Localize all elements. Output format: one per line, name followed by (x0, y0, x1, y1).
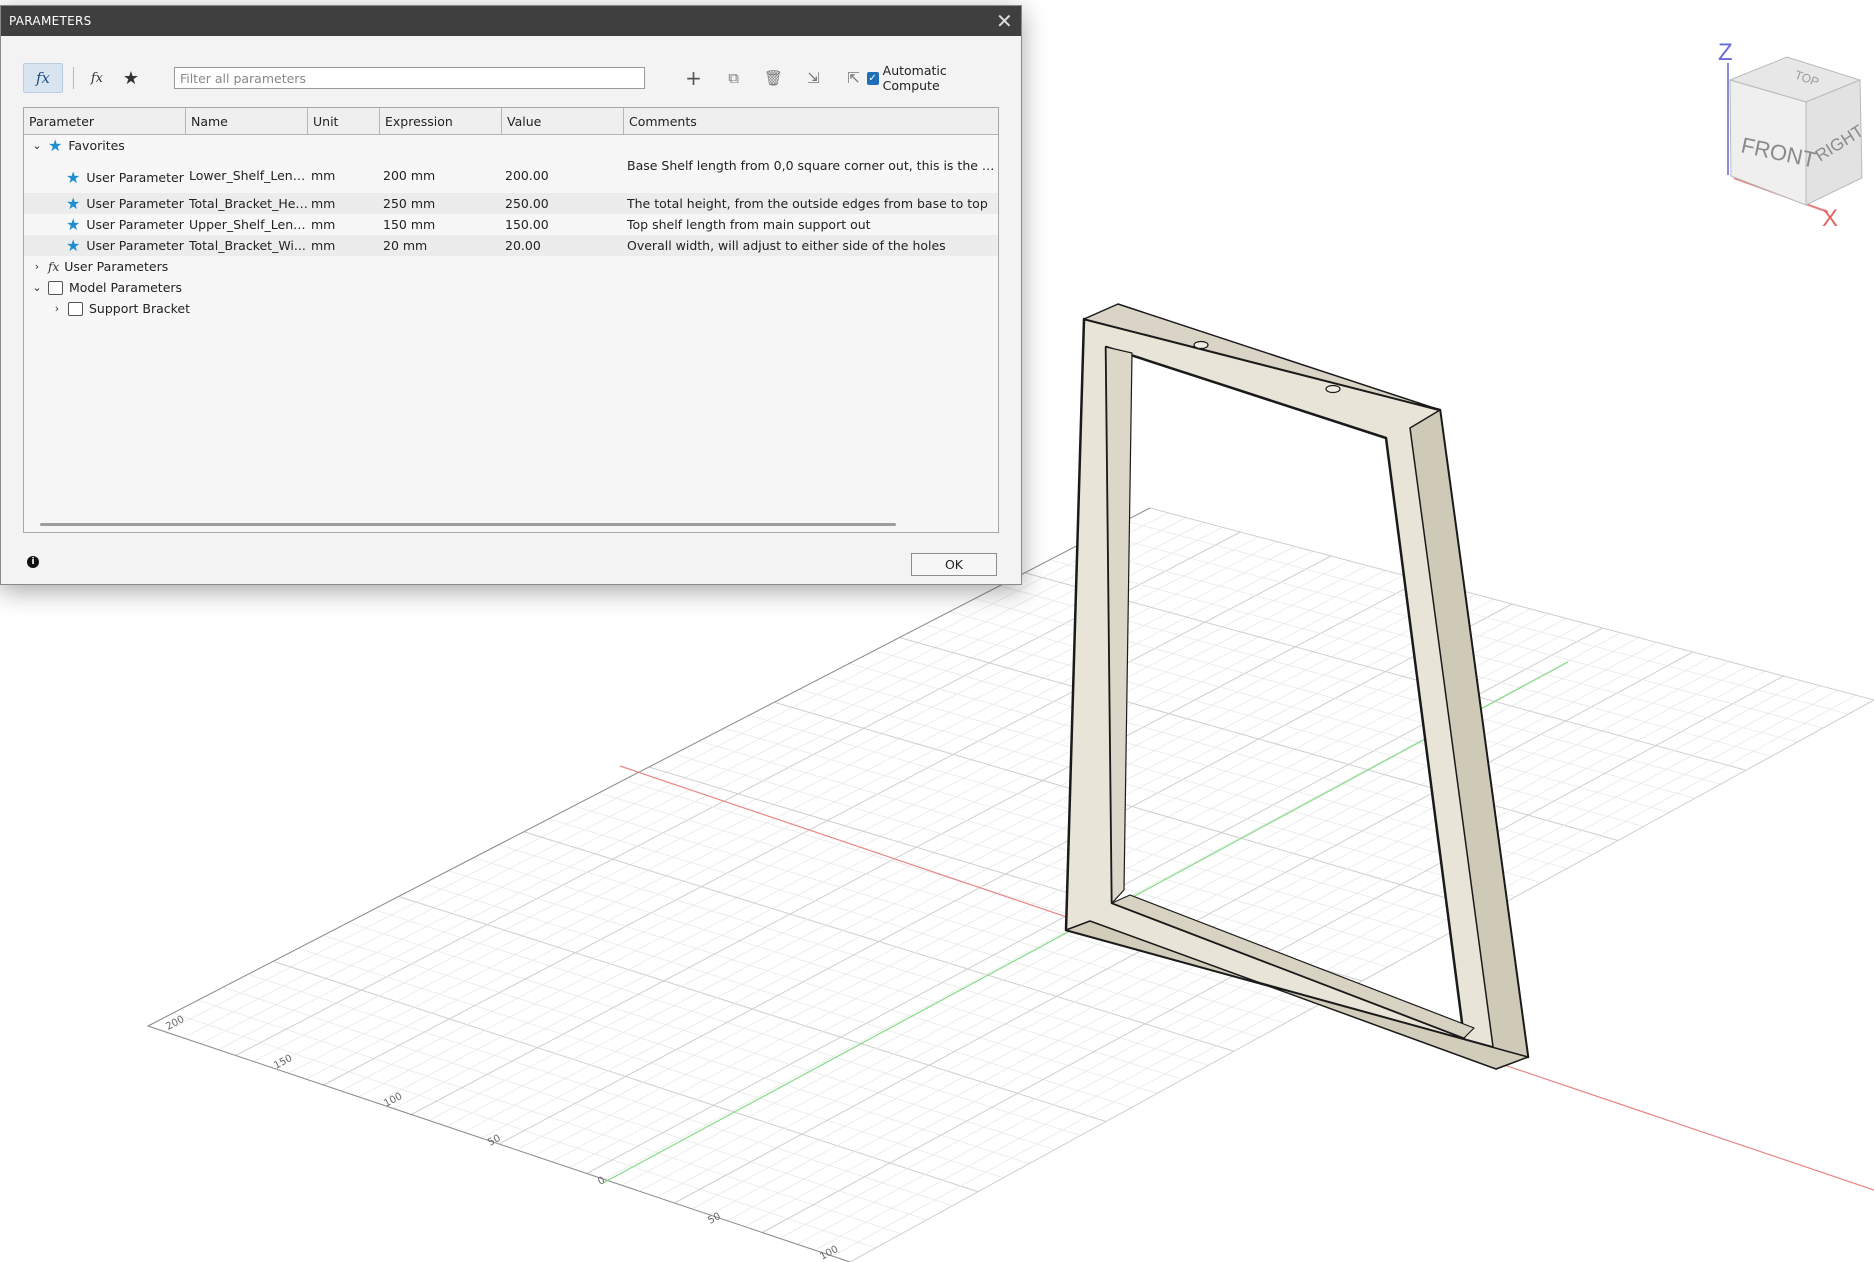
toolbar: fx fx ★ + ⧉ 🗑 ⇲ ⇱ ✓ Automatic Compute (23, 58, 999, 98)
component-box-icon (48, 280, 63, 295)
table-row[interactable]: ★ User Parameter Lower_Shelf_Length mm 20… (24, 156, 998, 193)
parameter-expression[interactable]: 250 mm (380, 196, 502, 211)
ground-grid (146, 507, 1874, 1262)
grid-label: 150 (272, 1053, 294, 1072)
favorite-star-icon[interactable]: ★ (66, 236, 80, 255)
x-axis-label: X (1822, 205, 1838, 232)
chevron-right-icon[interactable]: › (50, 302, 64, 315)
grid-line (1124, 520, 1849, 715)
column-header-value[interactable]: Value (502, 108, 624, 134)
parameter-name: Upper_Shelf_Length (189, 217, 308, 232)
parameter-value: 200.00 (505, 168, 549, 183)
chevron-down-icon[interactable]: ⌄ (30, 139, 44, 152)
parameter-type: User Parameter (86, 238, 184, 253)
favorite-star-icon[interactable]: ★ (66, 215, 80, 234)
delete-trash-icon[interactable]: 🗑 (761, 64, 787, 92)
add-parameter-plus-icon[interactable]: + (681, 64, 707, 92)
parameter-type: User Parameter (86, 217, 184, 232)
parameter-unit: mm (311, 217, 336, 232)
dialog-title: PARAMETERS (9, 14, 92, 28)
chevron-right-icon[interactable]: › (30, 260, 44, 273)
favorites-group-row[interactable]: ⌄ ★ Favorites (24, 135, 998, 156)
model-parameters-label: Model Parameters (69, 280, 183, 295)
user-parameters-fx-icon[interactable]: fx (84, 64, 110, 92)
ok-button[interactable]: OK (911, 553, 997, 576)
view-cube[interactable]: Z X FRONT RIGHT TOP (1718, 39, 1867, 232)
parameter-name: Total_Bracket_Hei... (189, 196, 308, 211)
automatic-compute-label: Automatic Compute (882, 63, 947, 93)
import-icon[interactable]: ⇲ (801, 64, 827, 92)
parameter-expression[interactable]: 200 mm (380, 156, 502, 183)
z-axis-label: Z (1718, 39, 1733, 66)
column-header-name[interactable]: Name (186, 108, 308, 134)
horizontal-scrollbar[interactable] (40, 523, 896, 526)
column-header-expression[interactable]: Expression (380, 108, 502, 134)
parameter-value: 250.00 (505, 196, 549, 211)
model-parameters-group-row[interactable]: ⌄ Model Parameters (24, 277, 998, 298)
parameter-name: Lower_Shelf_Length (189, 168, 308, 183)
fx-icon: fx (48, 259, 60, 274)
favorites-label: Favorites (68, 138, 125, 153)
support-bracket-row[interactable]: › Support Bracket (24, 298, 998, 319)
favorites-star-icon: ★ (48, 136, 63, 155)
support-bracket-label: Support Bracket (89, 301, 191, 316)
table-header: Parameter Name Unit Expression Value Com… (24, 108, 998, 135)
parameter-comment[interactable]: The total height, from the outside edges… (624, 196, 998, 211)
grid-label: 50 (486, 1133, 502, 1149)
parameter-type: User Parameter (86, 170, 184, 185)
parameter-comment[interactable]: Top shelf length from main support out (624, 217, 998, 232)
parameter-comment[interactable]: Base Shelf length from 0,0 square corner… (624, 156, 998, 173)
column-header-comments[interactable]: Comments (624, 108, 998, 134)
info-icon[interactable]: i (27, 556, 39, 568)
user-parameters-label: User Parameters (64, 259, 169, 274)
close-icon[interactable]: ✕ (996, 11, 1013, 31)
parameter-unit: mm (311, 196, 336, 211)
parameter-expression[interactable]: 20 mm (380, 238, 502, 253)
column-header-unit[interactable]: Unit (308, 108, 380, 134)
automatic-compute-toggle[interactable]: ✓ Automatic Compute (866, 63, 999, 93)
parameter-unit: mm (311, 168, 336, 183)
parameters-table: Parameter Name Unit Expression Value Com… (23, 107, 999, 533)
filter-parameters-input[interactable] (173, 67, 645, 89)
favorites-star-icon[interactable]: ★ (118, 64, 144, 92)
parameter-unit: mm (311, 238, 336, 253)
parameter-comment[interactable]: Overall width, will adjust to either sid… (624, 238, 998, 253)
grid-line (1149, 507, 1874, 701)
parameter-expression[interactable]: 150 mm (380, 217, 502, 232)
grid-line (1024, 572, 1747, 771)
dialog-titlebar[interactable]: PARAMETERS ✕ (1, 6, 1021, 36)
grid-label: 100 (382, 1091, 404, 1110)
component-box-icon (68, 301, 83, 316)
column-header-parameter[interactable]: Parameter (24, 108, 186, 134)
chevron-down-icon[interactable]: ⌄ (30, 281, 44, 294)
checkbox-checked-icon[interactable]: ✓ (866, 71, 879, 85)
grid-label: 50 (706, 1211, 722, 1227)
parameter-name: Total_Bracket_Wi... (189, 238, 306, 253)
favorite-star-icon[interactable]: ★ (66, 194, 80, 213)
export-icon[interactable]: ⇱ (841, 64, 867, 92)
table-row[interactable]: ★ User Parameter Total_Bracket_Wi... mm 2… (24, 235, 998, 256)
grid-line (849, 699, 1874, 1262)
all-parameters-fx-icon[interactable]: fx (23, 63, 63, 93)
table-row[interactable]: ★ User Parameter Total_Bracket_Hei... mm … (24, 193, 998, 214)
parameter-value: 150.00 (505, 217, 549, 232)
parameter-type: User Parameter (86, 196, 184, 211)
parameters-dialog: PARAMETERS ✕ fx fx ★ + ⧉ 🗑 ⇲ ⇱ ✓ Automat… (0, 5, 1022, 585)
favorite-star-icon[interactable]: ★ (66, 168, 80, 187)
toolbar-divider (73, 67, 74, 89)
parameter-value: 20.00 (505, 238, 541, 253)
copy-icon[interactable]: ⧉ (721, 64, 747, 92)
user-parameters-group-row[interactable]: › fx User Parameters (24, 256, 998, 277)
table-row[interactable]: ★ User Parameter Upper_Shelf_Length mm 15… (24, 214, 998, 235)
